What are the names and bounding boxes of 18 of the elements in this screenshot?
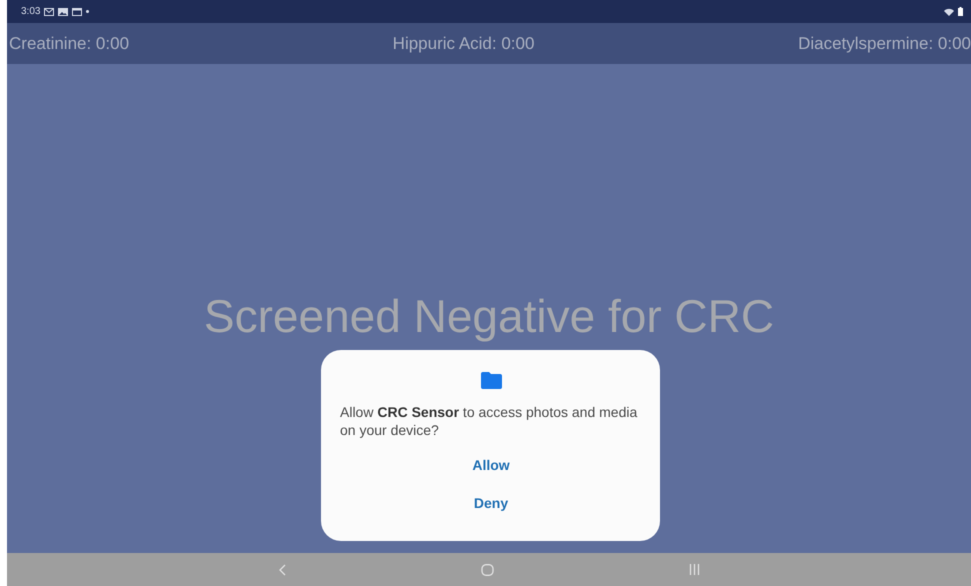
back-icon[interactable]: [278, 564, 286, 576]
calendar-icon: [72, 8, 82, 16]
dialog-message: Allow CRC Sensor to access photos and media on your device?: [340, 403, 638, 439]
dialog-button[interactable]: Deny: [466, 491, 516, 515]
battery-icon: [958, 7, 963, 16]
dot-icon: [86, 10, 90, 13]
wifi-icon: [944, 8, 954, 16]
reading-label: Hippuric Acid: 0:00: [392, 34, 534, 54]
recents-icon[interactable]: [688, 564, 700, 575]
home-icon[interactable]: [480, 564, 494, 576]
reading-label: Creatinine: 0:00: [9, 34, 130, 54]
reading-label: Diacetylspermine: 0:00: [798, 34, 971, 54]
dialog-button[interactable]: Allow: [464, 453, 518, 477]
folder-icon: [480, 372, 502, 389]
result-text: Screened Negative for CRC: [204, 289, 774, 344]
status-time: 3:03: [21, 6, 40, 17]
mail-icon: [44, 8, 54, 16]
image-icon: [58, 8, 68, 16]
